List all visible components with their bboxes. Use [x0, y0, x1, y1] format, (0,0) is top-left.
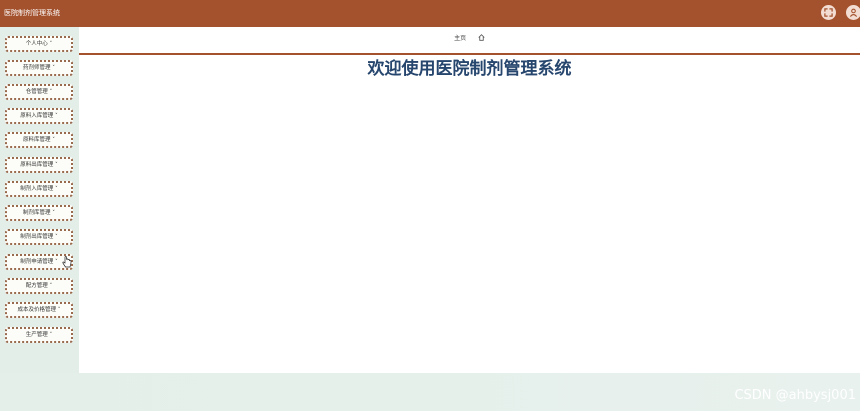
top-bar: 医院制剂管理系统	[0, 0, 860, 27]
sidebar-item-pharmacist[interactable]: 药剂师管理 ˅	[5, 60, 73, 76]
user-icon-glyph	[849, 8, 858, 17]
sidebar-item-material-stock[interactable]: 原料库管理 ˅	[5, 132, 73, 148]
user-icon[interactable]	[846, 5, 860, 20]
watermark: CSDN @ahbysj001	[734, 388, 856, 403]
sidebar-item-production[interactable]: 生产管理 ˅	[5, 327, 73, 343]
sidebar-item-preparation-stock[interactable]: 制剂库管理 ˅	[5, 205, 73, 221]
sidebar-item-material-in[interactable]: 原料入库管理 ˅	[5, 108, 73, 124]
home-icon[interactable]	[478, 34, 485, 41]
fullscreen-icon-glyph	[824, 8, 833, 17]
sidebar: 个人中心 ˅ 药剂师管理 ˅ 仓管管理 ˅ 原料入库管理 ˅ 原料库管理 ˅ 原…	[0, 27, 79, 373]
footer	[0, 373, 860, 411]
sidebar-item-cost-price[interactable]: 成本及价格管理 ˅	[5, 302, 73, 318]
breadcrumb: 主页	[79, 34, 860, 44]
sidebar-item-material-out[interactable]: 原料出库管理 ˅	[5, 157, 73, 173]
sidebar-item-warehouse[interactable]: 仓管管理 ˅	[5, 84, 73, 100]
fullscreen-icon[interactable]	[821, 5, 836, 20]
breadcrumb-home-link[interactable]: 主页	[454, 35, 466, 42]
welcome-title: 欢迎使用医院制剂管理系统	[367, 59, 572, 79]
sidebar-item-preparation-in[interactable]: 制剂入库管理 ˅	[5, 181, 73, 197]
main-content: 主页 欢迎使用医院制剂管理系统	[79, 27, 860, 373]
hand-cursor-icon	[62, 256, 72, 268]
sidebar-item-personal-center[interactable]: 个人中心 ˅	[5, 36, 73, 52]
sidebar-item-formula[interactable]: 配方管理 ˅	[5, 278, 73, 294]
header-divider	[79, 53, 860, 55]
sidebar-item-preparation-out[interactable]: 制剂出库管理 ˅	[5, 229, 73, 245]
app-title: 医院制剂管理系统	[4, 9, 60, 17]
